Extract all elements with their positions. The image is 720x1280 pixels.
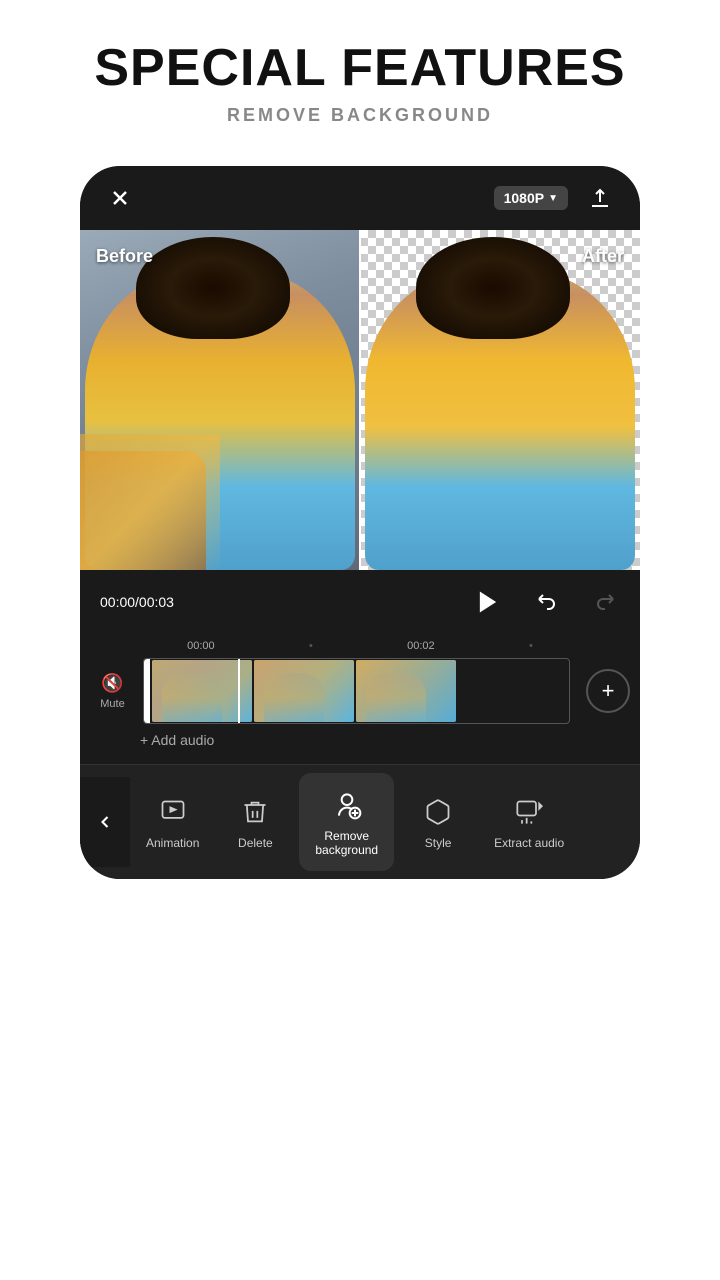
ruler-time-1: 00:02 <box>407 640 435 652</box>
delete-icon <box>237 794 273 830</box>
timeline-ruler: 00:00 • 00:02 • <box>80 634 640 658</box>
toolbar-items: Animation Delete <box>130 765 640 879</box>
page-subtitle: REMOVE BACKGROUND <box>20 105 700 126</box>
tool-delete[interactable]: Delete <box>215 780 295 864</box>
tool-style[interactable]: Style <box>398 780 478 864</box>
add-audio-label: + Add audio <box>140 732 214 748</box>
clip-track <box>143 658 570 724</box>
control-buttons <box>468 582 620 622</box>
quality-selector[interactable]: 1080P ▼ <box>494 186 568 210</box>
export-button[interactable] <box>584 182 616 214</box>
clip-thumbnail-1[interactable] <box>152 660 252 722</box>
close-button[interactable] <box>104 182 136 214</box>
time-display: 00:00/00:03 <box>100 594 174 610</box>
style-label: Style <box>425 836 452 850</box>
mute-label: Mute <box>100 698 124 710</box>
add-clip-button[interactable]: + <box>586 669 630 713</box>
mute-button[interactable]: 🔇 Mute <box>90 673 135 710</box>
timeline-section: 00:00 • 00:02 • 🔇 Mute <box>80 634 640 764</box>
ruler-dot-2: • <box>529 640 533 652</box>
split-divider <box>359 230 361 570</box>
play-button[interactable] <box>468 582 508 622</box>
remove-bg-icon <box>329 787 365 823</box>
mute-icon: 🔇 <box>101 673 123 694</box>
tool-animation[interactable]: Animation <box>130 780 215 864</box>
undo-button[interactable] <box>532 586 564 618</box>
phone-frame: 1080P ▼ <box>80 166 640 879</box>
video-preview: Before After <box>80 230 640 570</box>
redo-button[interactable] <box>588 586 620 618</box>
after-frame <box>360 230 640 570</box>
before-frame <box>80 230 360 570</box>
extract-audio-label: Extract audio <box>494 836 564 850</box>
clip-thumbnail-3[interactable] <box>356 660 456 722</box>
back-button[interactable] <box>80 777 130 867</box>
after-label: After <box>582 246 624 267</box>
controls-bar: 00:00/00:03 <box>80 570 640 634</box>
animation-label: Animation <box>146 836 199 850</box>
extract-audio-icon <box>511 794 547 830</box>
delete-label: Delete <box>238 836 273 850</box>
top-bar: 1080P ▼ <box>80 166 640 230</box>
bottom-toolbar: Animation Delete <box>80 764 640 879</box>
header-section: SPECIAL FEATURES REMOVE BACKGROUND <box>0 0 720 146</box>
ruler-dot-1: • <box>309 640 313 652</box>
style-icon <box>420 794 456 830</box>
quality-label: 1080P <box>504 190 544 206</box>
top-bar-right: 1080P ▼ <box>494 182 616 214</box>
timeline-track: 🔇 Mute + <box>80 658 640 724</box>
add-audio-button[interactable]: + Add audio <box>80 724 640 756</box>
tool-remove-background[interactable]: Removebackground <box>299 773 394 871</box>
clip-thumbnail-2[interactable] <box>254 660 354 722</box>
quality-dropdown-icon: ▼ <box>548 193 558 204</box>
animation-icon <box>155 794 191 830</box>
page-title: SPECIAL FEATURES <box>20 40 700 97</box>
ruler-time-0: 00:00 <box>187 640 215 652</box>
remove-bg-label: Removebackground <box>315 829 378 857</box>
before-label: Before <box>96 246 153 267</box>
tool-extract-audio[interactable]: Extract audio <box>478 780 580 864</box>
trim-left <box>144 659 150 723</box>
playhead <box>238 659 240 723</box>
